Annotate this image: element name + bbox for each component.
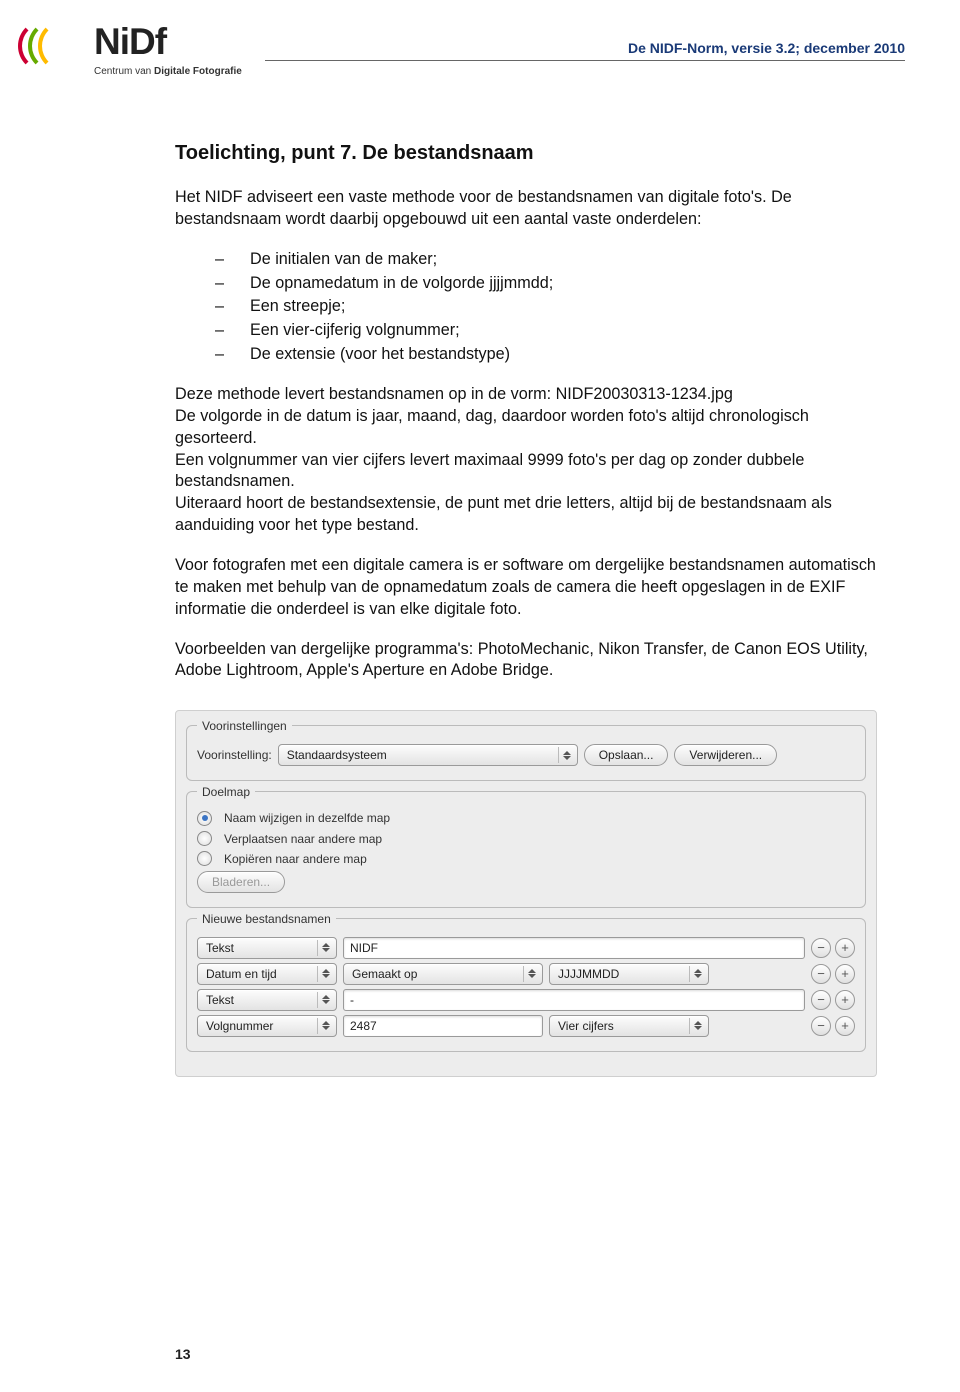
radio-label: Kopiëren naar andere map <box>224 851 367 867</box>
type-select[interactable]: Tekst <box>197 937 337 959</box>
stepper-icon <box>317 992 334 1008</box>
value-input[interactable]: NIDF <box>343 937 805 959</box>
type-select[interactable]: Volgnummer <box>197 1015 337 1037</box>
stepper-icon <box>689 1018 706 1034</box>
logo-brand: NiDf <box>94 25 242 58</box>
bullet-list: De initialen van de maker; De opnamedatu… <box>175 249 885 366</box>
stepper-icon <box>558 747 575 763</box>
stepper-icon <box>317 966 334 982</box>
browse-button[interactable]: Bladeren... <box>197 871 285 893</box>
document-header-line: De NIDF-Norm, versie 3.2; december 2010 <box>265 40 905 61</box>
minus-button[interactable]: − <box>811 964 831 984</box>
logo-subtitle: Centrum van Digitale Fotografie <box>94 66 242 77</box>
plus-button[interactable]: + <box>835 1016 855 1036</box>
list-item: De initialen van de maker; <box>215 249 885 271</box>
preset-label: Voorinstelling: <box>197 747 272 763</box>
group-title: Doelmap <box>197 784 255 800</box>
value-input[interactable]: 2487 <box>343 1015 543 1037</box>
page-number: 13 <box>175 1346 191 1362</box>
save-button[interactable]: Opslaan... <box>584 744 669 766</box>
list-item: Een streepje; <box>215 296 885 318</box>
section-title: Toelichting, punt 7. De bestandsnaam <box>175 140 885 167</box>
preset-select[interactable]: Standaardsysteem <box>278 744 578 766</box>
minus-button[interactable]: − <box>811 990 831 1010</box>
minus-button[interactable]: − <box>811 1016 831 1036</box>
delete-button[interactable]: Verwijderen... <box>674 744 777 766</box>
logo-arc-icon <box>18 20 66 75</box>
name-row: Datum en tijd Gemaakt op JJJJMMDD −+ <box>197 963 855 985</box>
body-paragraph: Voorbeelden van dergelijke programma's: … <box>175 639 885 683</box>
body-paragraph: Deze methode levert bestandsnamen op in … <box>175 384 885 537</box>
type-select[interactable]: Datum en tijd <box>197 963 337 985</box>
radio-move[interactable] <box>197 831 212 846</box>
list-item: De extensie (voor het bestandstype) <box>215 344 885 366</box>
source-select[interactable]: Gemaakt op <box>343 963 543 985</box>
logo: NiDf Centrum van Digitale Fotografie <box>18 20 242 77</box>
plus-button[interactable]: + <box>835 990 855 1010</box>
stepper-icon <box>689 966 706 982</box>
intro-paragraph: Het NIDF adviseert een vaste methode voo… <box>175 187 885 231</box>
name-row: Tekst - −+ <box>197 989 855 1011</box>
radio-label: Verplaatsen naar andere map <box>224 831 382 847</box>
newnames-group: Nieuwe bestandsnamen Tekst NIDF −+ Datum… <box>186 918 866 1052</box>
settings-panel: Voorinstellingen Voorinstelling: Standaa… <box>175 710 877 1077</box>
minus-button[interactable]: − <box>811 938 831 958</box>
stepper-icon <box>317 940 334 956</box>
group-title: Voorinstellingen <box>197 718 292 734</box>
format-select[interactable]: JJJJMMDD <box>549 963 709 985</box>
type-select[interactable]: Tekst <box>197 989 337 1011</box>
presets-group: Voorinstellingen Voorinstelling: Standaa… <box>186 725 866 781</box>
stepper-icon <box>523 966 540 982</box>
radio-label: Naam wijzigen in dezelfde map <box>224 810 390 826</box>
target-group: Doelmap Naam wijzigen in dezelfde map Ve… <box>186 791 866 908</box>
value-input[interactable]: - <box>343 989 805 1011</box>
plus-button[interactable]: + <box>835 964 855 984</box>
radio-rename[interactable] <box>197 811 212 826</box>
group-title: Nieuwe bestandsnamen <box>197 911 336 927</box>
digits-select[interactable]: Vier cijfers <box>549 1015 709 1037</box>
list-item: De opnamedatum in de volgorde jjjjmmdd; <box>215 273 885 295</box>
stepper-icon <box>317 1018 334 1034</box>
list-item: Een vier-cijferig volgnummer; <box>215 320 885 342</box>
radio-copy[interactable] <box>197 851 212 866</box>
plus-button[interactable]: + <box>835 938 855 958</box>
body-paragraph: Voor fotografen met een digitale camera … <box>175 555 885 621</box>
name-row: Tekst NIDF −+ <box>197 937 855 959</box>
name-row: Volgnummer 2487 Vier cijfers −+ <box>197 1015 855 1037</box>
